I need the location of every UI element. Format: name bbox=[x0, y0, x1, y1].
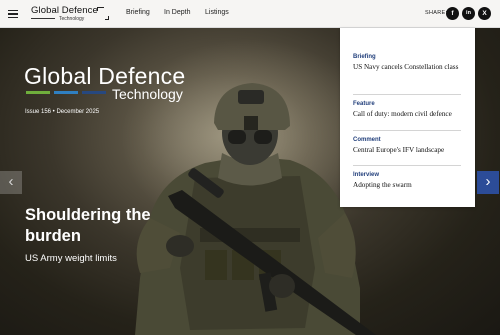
carousel-prev-button[interactable]: ‹ bbox=[0, 171, 22, 194]
x-icon[interactable]: X bbox=[478, 7, 491, 20]
chevron-left-icon: ‹ bbox=[8, 173, 14, 190]
panel-item-category: Interview bbox=[353, 172, 380, 178]
linkedin-icon[interactable]: in bbox=[462, 7, 475, 20]
chevron-right-icon: › bbox=[485, 173, 491, 190]
nav-listings[interactable]: Listings bbox=[205, 9, 229, 16]
brand-logo[interactable]: Global Defence Technology bbox=[31, 5, 98, 22]
hero-headline[interactable]: Shouldering the burden bbox=[25, 205, 155, 247]
panel-item-feature[interactable]: Feature Call of duty: modern civil defen… bbox=[353, 101, 468, 120]
issue-date: Issue 156 • December 2025 bbox=[25, 109, 100, 115]
hero-logo-subtitle: Technology bbox=[112, 86, 183, 102]
panel-divider bbox=[353, 94, 461, 95]
brand-subtitle: Technology bbox=[59, 16, 85, 22]
brand-rule bbox=[31, 17, 55, 19]
top-bar: Global Defence Technology Briefing In De… bbox=[0, 0, 500, 28]
nav-in-depth[interactable]: In Depth bbox=[164, 9, 190, 16]
nav-briefing[interactable]: Briefing bbox=[126, 9, 150, 16]
panel-item-category: Comment bbox=[353, 137, 381, 143]
contents-panel: Briefing US Navy cancels Constellation c… bbox=[340, 28, 475, 207]
hamburger-menu-icon[interactable] bbox=[8, 10, 18, 19]
panel-item-interview[interactable]: Interview Adopting the swarm bbox=[353, 172, 468, 191]
expand-icon[interactable] bbox=[97, 7, 109, 20]
panel-item-category: Briefing bbox=[353, 54, 376, 60]
panel-divider bbox=[353, 165, 461, 166]
carousel-next-button[interactable]: › bbox=[477, 171, 499, 194]
share-label: SHARE: bbox=[425, 10, 448, 16]
panel-item-title[interactable]: Adopting the swarm bbox=[353, 180, 468, 191]
panel-item-comment[interactable]: Comment Central Europe's IFV landscape bbox=[353, 137, 468, 156]
panel-divider bbox=[353, 130, 461, 131]
panel-item-title[interactable]: Call of duty: modern civil defence bbox=[353, 109, 468, 120]
brand-title: Global Defence bbox=[31, 5, 98, 16]
hero-logo-bars bbox=[26, 91, 106, 94]
panel-item-title[interactable]: Central Europe's IFV landscape bbox=[353, 145, 468, 156]
panel-item-briefing[interactable]: Briefing US Navy cancels Constellation c… bbox=[353, 54, 468, 73]
panel-item-title[interactable]: US Navy cancels Constellation class bbox=[353, 62, 468, 73]
facebook-icon[interactable]: f bbox=[446, 7, 459, 20]
hero-subheadline: US Army weight limits bbox=[25, 253, 117, 264]
panel-item-category: Feature bbox=[353, 101, 375, 107]
